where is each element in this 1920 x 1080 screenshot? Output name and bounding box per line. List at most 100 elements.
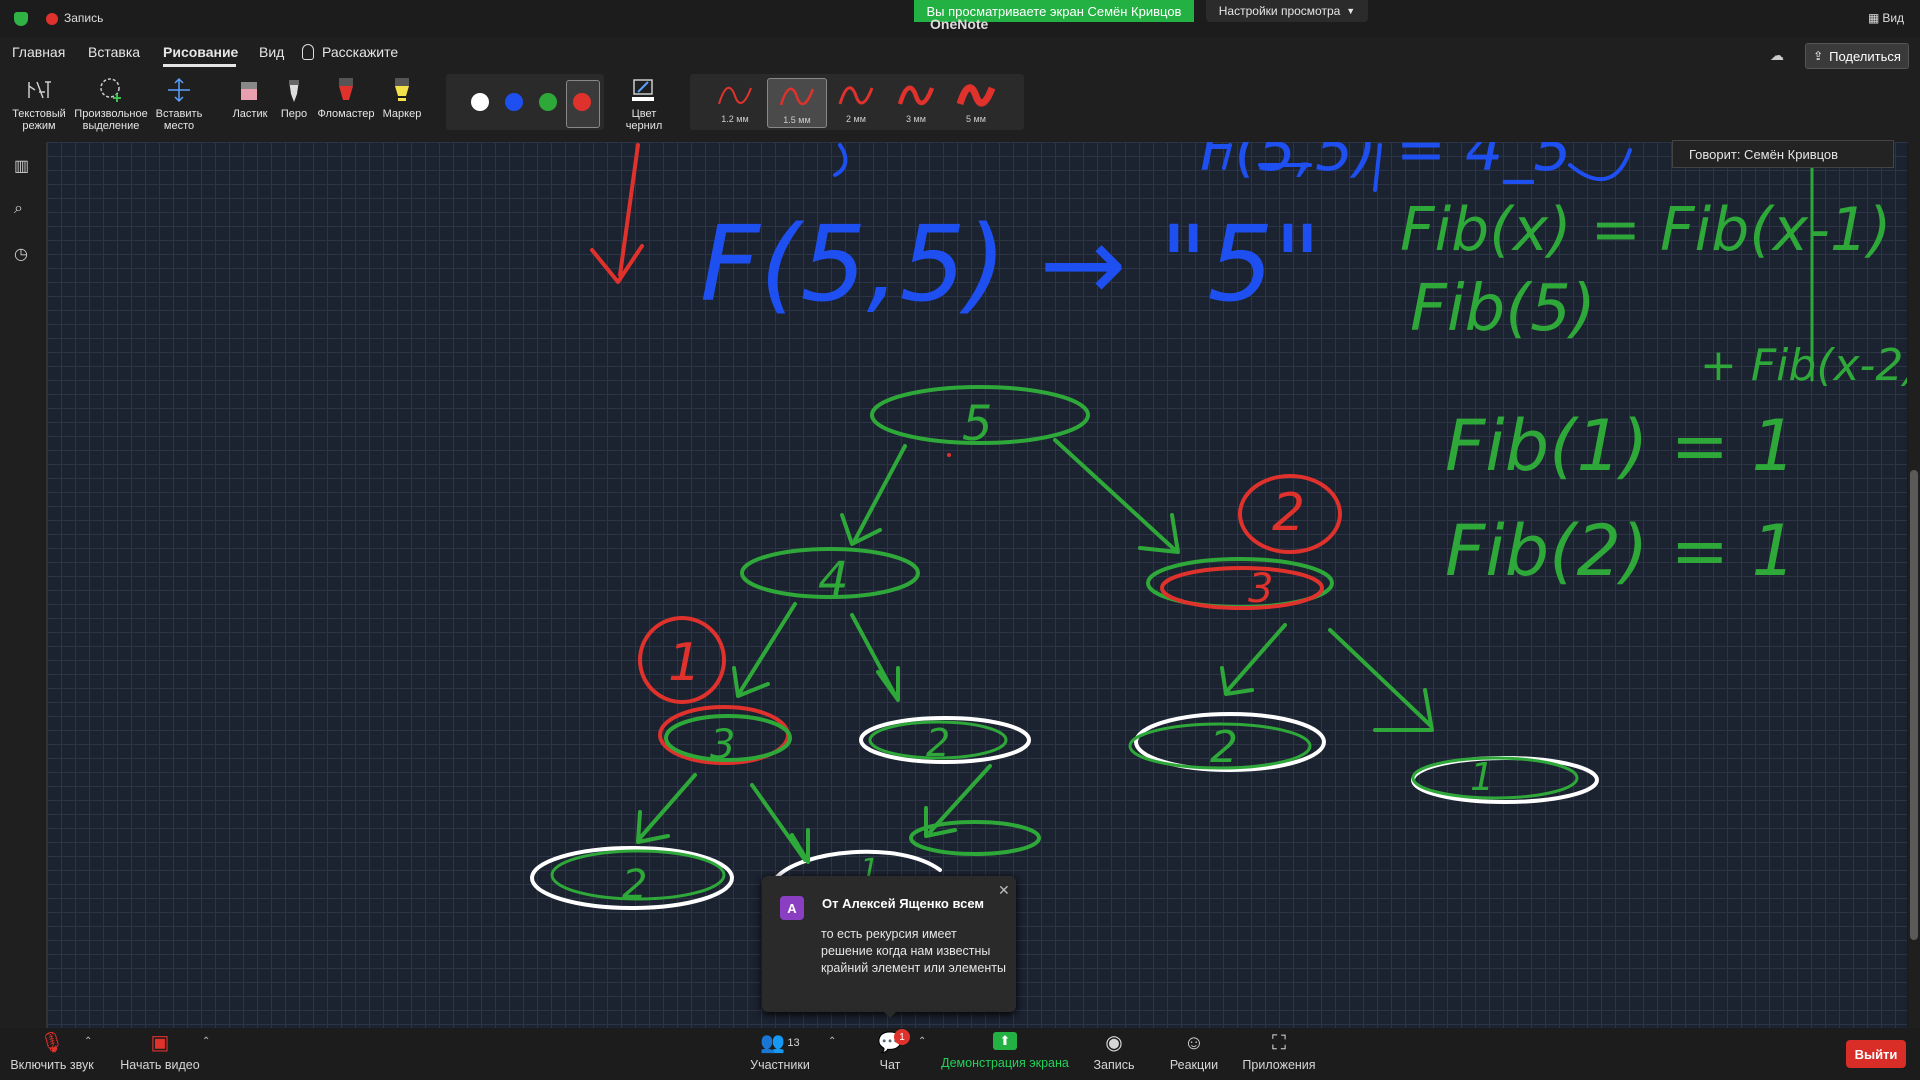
recent-history-icon[interactable]: ◷ [14,244,28,264]
felt-tip-button[interactable]: Фломастер [314,76,378,120]
apps-button[interactable]: ⛶ Приложения [1240,1032,1318,1072]
top-formula-text: F(5,5) = 4_5 [1200,142,1572,185]
participants-icon: 👥 13 [760,1032,800,1054]
fib-2-text: Fib(2) = 1 [1445,510,1796,592]
red-label: 1 [668,633,701,693]
record-label: Запись [1093,1058,1135,1072]
fib-x-continuation-text: + Fib(x-2) [1700,340,1907,391]
thickness-option[interactable]: 1.5 мм [767,78,827,128]
tree-node-label: 4 [818,552,849,608]
thickness-option[interactable]: 2 мм [827,78,885,126]
lasso-select-label: Произвольное выделение [74,108,148,132]
popup-pointer [882,1010,898,1018]
thickness-label: 5 мм [966,114,986,124]
color-red-swatch[interactable] [573,93,591,111]
left-navigation-rail [0,142,47,1028]
eraser-icon [241,82,257,100]
record-button[interactable]: ◉ Запись [1090,1032,1138,1072]
recording-icon [46,13,58,25]
reactions-button[interactable]: ☺ Реакции [1166,1032,1222,1072]
active-speaker-label: Говорит: Семён Кривцов [1672,140,1894,168]
insert-space-button[interactable]: Вставить место [152,76,206,132]
grid-icon: ▦ [1868,11,1880,25]
chat-sender: От Алексей Ященко всем [822,896,985,911]
stroke-preview-icon [838,86,874,105]
lasso-select-icon [100,78,121,102]
share-button[interactable]: ⇪ Поделиться [1805,43,1909,69]
avatar: А [780,896,804,920]
thickness-option[interactable]: 1.2 мм [706,78,764,126]
tab-home[interactable]: Главная [12,44,65,60]
active-tab-indicator [163,64,236,67]
pen-icon [289,80,299,102]
participants-chevron-icon[interactable]: ⌃ [828,1036,836,1047]
insert-space-label: Вставить место [155,108,203,132]
tree-node-label: 2 [622,862,647,908]
video-options-chevron-icon[interactable]: ⌃ [202,1036,210,1047]
chevron-down-icon: ▼ [1346,6,1356,16]
app-title: OneNote [930,16,989,32]
chat-message-text: то есть рекурсия имеет решение когда нам… [821,927,1006,975]
color-blue-swatch[interactable] [505,93,523,111]
insert-space-icon [168,77,190,103]
share-icon: ⇪ [1813,49,1824,63]
close-icon[interactable]: ✕ [998,882,1010,899]
view-mode-button[interactable]: ▦ Вид [1868,11,1904,25]
stroke-preview-icon [897,85,935,106]
tab-insert[interactable]: Вставка [88,44,140,60]
reactions-label: Реакции [1169,1058,1219,1072]
stroke-preview-icon [779,87,815,106]
view-options-dropdown[interactable]: Настройки просмотра ▼ [1206,0,1368,22]
tab-tell-me[interactable]: Расскажите [322,44,398,60]
participants-count: 13 [787,1037,800,1049]
thickness-label: 1.2 мм [721,114,749,124]
color-green-swatch[interactable] [539,93,557,111]
microphone-muted-icon: 🎙 [39,1032,65,1054]
eraser-button[interactable]: Ластик [228,76,272,120]
search-icon[interactable]: ⌕ [14,200,23,218]
tree-node-label: 3 [710,722,735,768]
stroke-preview-icon [956,84,996,107]
chat-chevron-icon[interactable]: ⌃ [918,1036,926,1047]
highlighter-label: Маркер [382,108,422,120]
tab-draw[interactable]: Рисование [163,44,238,60]
lasso-select-button[interactable]: Произвольное выделение [72,76,150,132]
text-mode-button[interactable]: Текстовый режим [10,76,68,132]
thickness-option[interactable]: 5 мм [947,78,1005,126]
pen-label: Перо [280,108,308,120]
chat-label: Чат [879,1058,901,1072]
leave-meeting-button[interactable]: Выйти [1846,1040,1906,1068]
color-white-swatch[interactable] [471,93,489,111]
thickness-option[interactable]: 3 мм [887,78,945,126]
ink-color-icon [632,79,654,101]
audio-options-chevron-icon[interactable]: ⌃ [84,1036,92,1047]
fib-5-text: Fib(5) [1410,272,1596,346]
thickness-label: 2 мм [846,114,866,124]
participants-label: Участники [750,1058,810,1072]
notebooks-icon[interactable]: ▥ [14,156,29,176]
recording-label: Запись [64,11,104,25]
sync-cloud-icon[interactable]: ☁ [1770,47,1784,64]
apps-label: Приложения [1242,1058,1316,1072]
start-video-button[interactable]: ▣ Начать видео [118,1032,202,1072]
lightbulb-icon [302,44,314,60]
unmute-button[interactable]: 🎙 Включить звук [8,1032,96,1072]
security-shield-icon[interactable] [14,12,28,26]
apps-icon: ⛶ [1272,1032,1286,1054]
share-screen-button[interactable]: ⬆ Демонстрация экрана [940,1032,1070,1070]
thickness-label: 1.5 мм [783,115,811,125]
main-formula-text: F(5,5) → "5" [700,203,1321,325]
tree-node-label: 5 [962,396,993,452]
scrollbar-thumb[interactable] [1910,470,1918,940]
record-icon: ◉ [1105,1032,1123,1054]
view-mode-label: Вид [1882,11,1905,25]
participants-button[interactable]: 👥 13 Участники [746,1032,814,1072]
red-label: 2 [1272,483,1305,543]
pen-button[interactable]: Перо [278,76,310,120]
tab-view[interactable]: Вид [259,44,284,60]
highlighter-button[interactable]: Маркер [380,76,424,120]
share-label: Поделиться [1829,48,1901,64]
ink-color-button[interactable]: Цвет чернил [616,76,672,132]
felt-tip-label: Фломастер [317,108,375,120]
share-screen-label: Демонстрация экрана [941,1056,1069,1070]
